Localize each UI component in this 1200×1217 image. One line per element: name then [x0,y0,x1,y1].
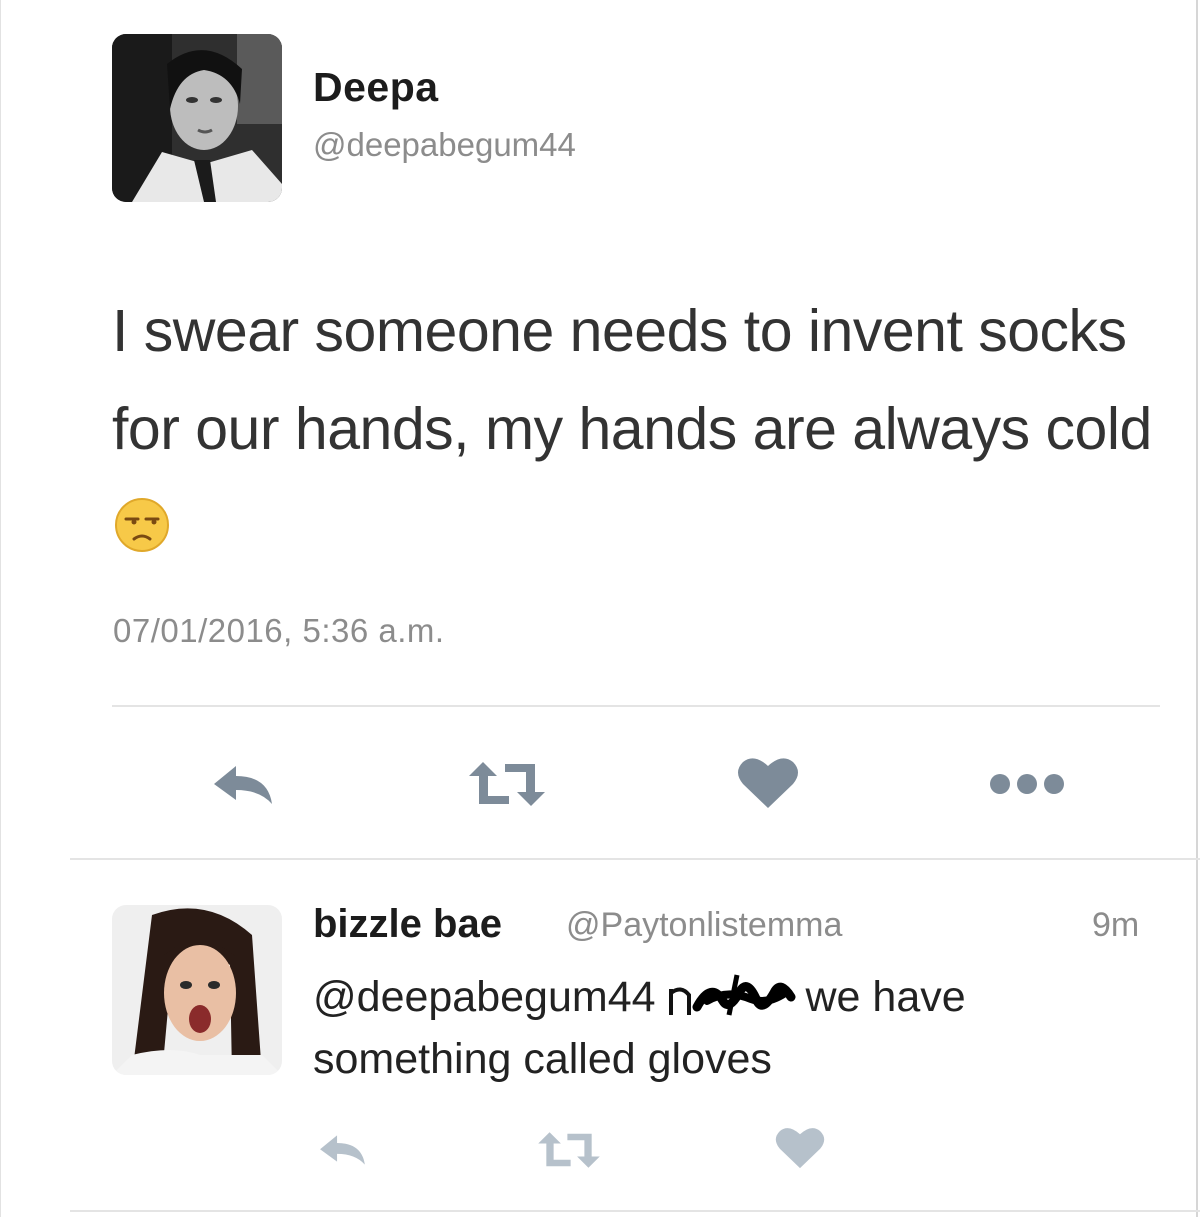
left-edge [0,0,1,1217]
more-button[interactable] [985,766,1069,802]
reply-text: @deepabegum44 we have something called gl… [313,966,1133,1090]
reply-arrow-icon [320,1135,365,1165]
reply-text-line2: something called gloves [313,1035,772,1083]
divider [70,1210,1200,1212]
reply-author-name[interactable]: bizzle bae [313,902,502,947]
heart-icon [775,1128,825,1169]
retweet-icon [469,762,545,806]
divider [70,858,1200,860]
reply-button[interactable] [316,1130,372,1170]
profile-photo-icon [112,905,282,1075]
heart-icon [738,758,798,808]
retweet-button[interactable] [533,1128,605,1172]
reply-arrow-icon [214,766,272,804]
divider [112,705,1160,707]
profile-photo-icon [112,34,282,202]
more-dots-icon [990,774,1064,794]
author-handle[interactable]: @deepabegum44 [313,126,576,164]
tweet-timestamp: 07/01/2016, 5:36 a.m. [113,612,445,649]
author-name[interactable]: Deepa [313,64,439,111]
reply-avatar[interactable] [112,905,282,1075]
like-button[interactable] [774,1124,826,1172]
retweet-button[interactable] [462,758,552,810]
reply-author-handle[interactable]: @Paytonlistemma [566,906,842,945]
tweet-body: I swear someone needs to invent socks fo… [112,298,1152,462]
reply-mention[interactable]: @deepabegum44 [313,973,656,1021]
retweet-icon [538,1132,600,1168]
reply-text-line1-end: we have [805,973,966,1021]
unamused-face-emoji-icon [114,484,170,552]
reply-button[interactable] [205,760,285,810]
like-button[interactable] [735,755,801,811]
tweet-text: I swear someone needs to invent socks fo… [112,282,1172,576]
reply-time: 9m [1092,906,1140,944]
right-edge [1196,0,1198,1217]
scribble-icon [667,971,799,1019]
avatar[interactable] [112,34,282,202]
